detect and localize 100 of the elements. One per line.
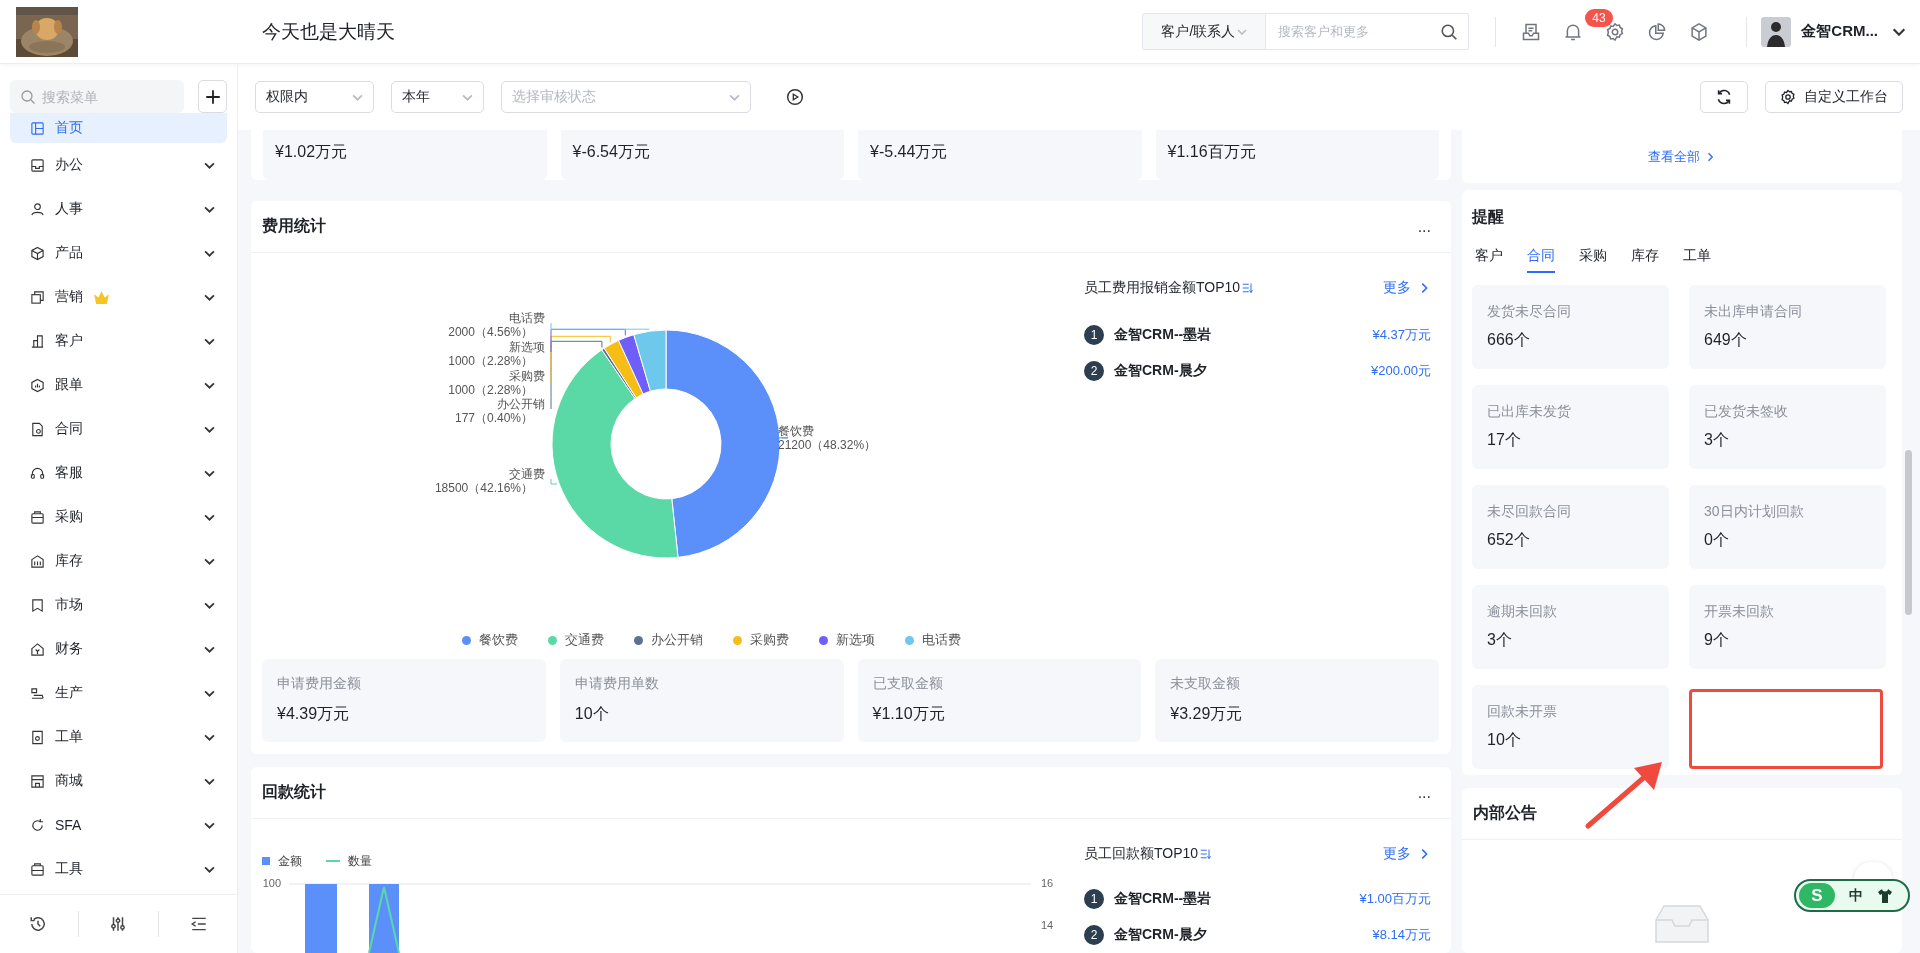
filter-dropdown[interactable]: 权限内 (255, 81, 374, 113)
reminder-tile[interactable]: 已发货未签收 3个 (1689, 385, 1886, 469)
sidebar-item[interactable]: 产品 (10, 231, 227, 275)
clipboard-icon (30, 729, 45, 745)
store-icon (30, 773, 45, 789)
panel-title: 内部公告 (1473, 803, 1537, 823)
amount: ¥8.14万元 (1372, 926, 1431, 944)
reminder-tile[interactable]: 未出库申请合同 649个 (1689, 285, 1886, 369)
sidebar-item[interactable]: 财务 (10, 627, 227, 671)
reminder-tile[interactable]: 逾期未回款 3个 (1472, 585, 1669, 669)
more-button[interactable]: ... (1411, 784, 1437, 801)
play-button[interactable] (784, 86, 806, 108)
reminder-tile[interactable]: 发货未尽合同 666个 (1472, 285, 1669, 369)
legend-label[interactable]: 金额 (278, 852, 302, 870)
play-icon (786, 88, 804, 106)
tile-label: 逾期未回款 (1487, 602, 1558, 621)
legend-label[interactable]: 餐饮费 (478, 631, 518, 649)
scrollbar[interactable] (1905, 450, 1912, 615)
more-link[interactable]: 更多 (1383, 845, 1431, 863)
plus-icon (203, 87, 222, 106)
rank-badge: 1 (1084, 325, 1104, 345)
sidebar-item[interactable]: 商城 (10, 759, 227, 803)
sidebar-item[interactable]: 工具 (10, 847, 227, 891)
tab[interactable]: 采购 (1579, 241, 1607, 273)
sidebar-item[interactable]: SFA (10, 803, 227, 847)
sidebar-item[interactable]: 生产 (10, 671, 227, 715)
ranking-title: 员工费用报销金额TOP10 (1084, 279, 1241, 297)
sidebar-item[interactable]: 客服 (10, 451, 227, 495)
stat-label: 未支取金额 (1170, 674, 1242, 693)
reminder-tile[interactable]: 30日内计划回款 0个 (1689, 485, 1886, 569)
settings-icon (1605, 21, 1626, 42)
panel-title: 回款统计 (262, 782, 326, 802)
chevron-down-icon (204, 645, 215, 653)
value-label: 1000（2.28%） (448, 383, 533, 398)
refresh-icon (1715, 88, 1733, 106)
search-field[interactable]: 搜索菜单 (10, 80, 184, 113)
ranking-title: 员工回款额TOP10 (1084, 845, 1199, 863)
sidebar-item[interactable]: 办公 (10, 143, 227, 187)
refresh-button[interactable] (1700, 81, 1748, 113)
conveyor-icon (30, 685, 45, 701)
legend-label[interactable]: 采购费 (749, 631, 789, 649)
legend-label[interactable]: 新选项 (835, 631, 875, 649)
slice-label: 电话费 (509, 311, 545, 326)
tile-value: 652个 (1487, 530, 1531, 550)
refresh-icon (30, 817, 45, 833)
tile-value: 649个 (1704, 330, 1748, 350)
sidebar-item[interactable]: 首页 (10, 113, 227, 143)
person-icon (30, 201, 45, 217)
view-all-link[interactable]: 查看全部 (1648, 147, 1716, 166)
bell-icon (1563, 21, 1584, 42)
widget-label: 中 (1849, 886, 1863, 905)
stat-label: 申请费用金额 (277, 674, 362, 693)
tab[interactable]: 库存 (1631, 241, 1659, 273)
sidebar-item[interactable]: 库存 (10, 539, 227, 583)
chevron-down-icon (204, 513, 215, 521)
chevron-down-icon (204, 469, 215, 477)
legend-label[interactable]: 办公开销 (650, 631, 703, 649)
reminder-tile[interactable]: 回款未开票 10个 (1472, 685, 1669, 769)
sidebar-item[interactable]: 采购 (10, 495, 227, 539)
tab[interactable]: 客户 (1475, 241, 1503, 273)
sidebar-item[interactable]: 工单 (10, 715, 227, 759)
sidebar-item[interactable]: 客户 (10, 319, 227, 363)
legend-label[interactable]: 交通费 (564, 631, 604, 649)
sidebar-item[interactable]: 营销 (10, 275, 227, 319)
tile-value: 17个 (1487, 430, 1522, 450)
sidebar-item[interactable]: 人事 (10, 187, 227, 231)
assistant-widget[interactable]: S 中 (1794, 879, 1910, 912)
chevron-down-icon (204, 293, 215, 301)
value-label: 1000（2.28%） (448, 354, 533, 369)
chevron-down-icon (204, 557, 215, 565)
filter-dropdown[interactable]: 本年 (391, 81, 484, 113)
tab[interactable]: 工单 (1683, 241, 1711, 273)
more-button[interactable]: ... (1411, 218, 1437, 235)
sidebar-item[interactable]: 合同 (10, 407, 227, 451)
reminder-tile[interactable]: 已出库未发货 17个 (1472, 385, 1669, 469)
axis-label: 16 (1041, 876, 1054, 889)
sidebar-item[interactable]: 市场 (10, 583, 227, 627)
tile-value: 3个 (1704, 430, 1730, 450)
more-link[interactable]: 更多 (1383, 279, 1431, 297)
reminder-tile[interactable]: 开票未回款 9个 (1689, 585, 1886, 669)
add-button[interactable] (198, 80, 227, 113)
stat-label: 申请费用单数 (574, 674, 660, 693)
customize-button[interactable]: 自定义工作台 (1765, 81, 1903, 113)
headset-icon (30, 465, 45, 481)
amount: ¥4.37万元 (1372, 326, 1431, 344)
house-icon (30, 641, 45, 657)
scope-dropdown[interactable]: 客户/联系人 (1143, 14, 1267, 49)
amount: ¥200.00元 (1371, 362, 1431, 380)
legend-label[interactable]: 数量 (348, 852, 372, 870)
search-input[interactable]: 搜索菜单 (40, 87, 174, 106)
stat-label: 已支取金额 (872, 674, 944, 693)
sidebar-item[interactable]: 跟单 (10, 363, 227, 407)
tab[interactable]: 合同 (1527, 241, 1555, 273)
stat-value: ¥3.29万元 (1170, 704, 1244, 724)
legend-label[interactable]: 电话费 (921, 631, 961, 649)
user-name[interactable]: 金智CRM... (1801, 22, 1878, 41)
search-input[interactable]: 搜索客户和更多 (1276, 23, 1441, 40)
avatar-icon (1761, 16, 1792, 47)
reminder-tile[interactable]: 未尽回款合同 652个 (1472, 485, 1669, 569)
page-title: 今天也是大晴天 (262, 19, 395, 44)
